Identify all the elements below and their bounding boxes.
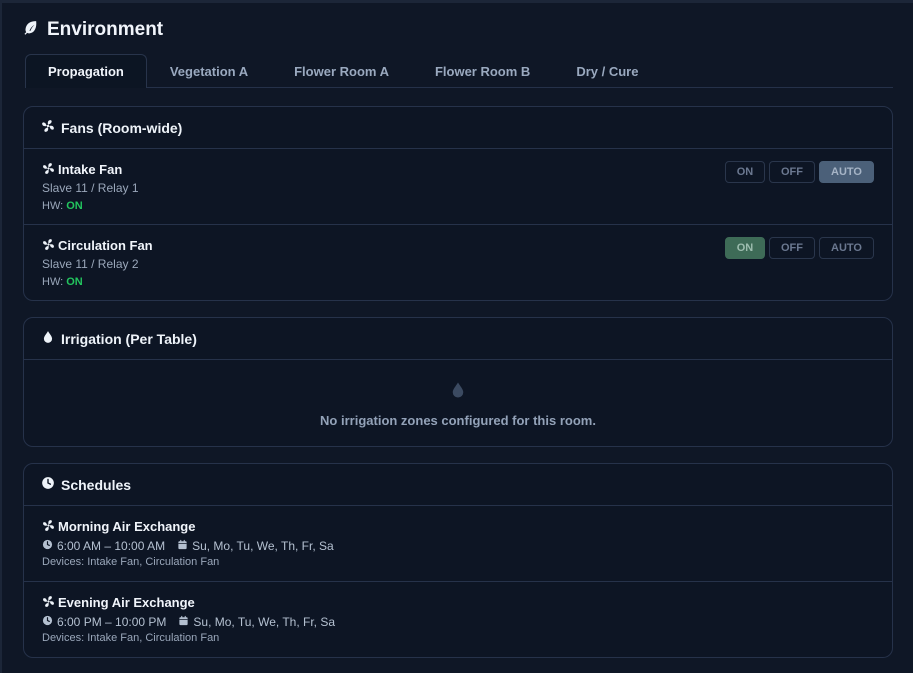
schedule-days: Su, Mo, Tu, We, Th, Fr, Sa xyxy=(193,614,336,629)
schedule-row[interactable]: Morning Air Exchange 6:00 AM – 10:00 AM … xyxy=(24,506,892,582)
mode-off-button[interactable]: OFF xyxy=(769,237,815,259)
room-tabs: Propagation Vegetation A Flower Room A F… xyxy=(25,54,893,88)
mode-on-button[interactable]: ON xyxy=(725,161,765,183)
hw-label: HW: xyxy=(42,200,64,212)
schedules-card: Schedules Morning Air Exchange 6:00 AM –… xyxy=(23,463,893,658)
mode-on-button[interactable]: ON xyxy=(725,237,765,259)
empty-message: No irrigation zones configured for this … xyxy=(320,412,596,428)
mode-off-button[interactable]: OFF xyxy=(769,161,815,183)
calendar-icon xyxy=(177,539,188,553)
schedules-card-header: Schedules xyxy=(24,464,892,506)
hw-state: ON xyxy=(66,200,83,212)
fan-hw-status: HW: ON xyxy=(42,200,874,212)
fan-mode-toggle: ON OFF AUTO xyxy=(725,161,874,183)
clock-icon xyxy=(42,615,53,629)
schedule-devices: Devices: Intake Fan, Circulation Fan xyxy=(42,632,220,644)
fan-name: Circulation Fan xyxy=(58,238,153,253)
irrigation-card-header: Irrigation (Per Table) xyxy=(24,318,892,360)
tab-dry-cure[interactable]: Dry / Cure xyxy=(553,54,661,87)
clock-icon xyxy=(42,539,53,553)
tab-propagation[interactable]: Propagation xyxy=(25,54,147,88)
fan-icon xyxy=(42,595,55,611)
fans-card-header: Fans (Room-wide) xyxy=(24,107,892,149)
hw-state: ON xyxy=(66,276,83,288)
fan-icon xyxy=(42,238,55,254)
fan-icon xyxy=(42,519,55,535)
fan-icon xyxy=(42,162,55,178)
tab-vegetation-a[interactable]: Vegetation A xyxy=(147,54,271,87)
page-header: Environment xyxy=(22,18,163,42)
fan-row-intake: Intake Fan Slave 11 / Relay 1 HW: ON ON … xyxy=(24,149,892,225)
tab-flower-room-b[interactable]: Flower Room B xyxy=(412,54,553,87)
schedule-days: Su, Mo, Tu, We, Th, Fr, Sa xyxy=(192,538,334,553)
schedules-card-title: Schedules xyxy=(61,476,132,493)
clock-icon xyxy=(41,476,55,493)
mode-auto-button[interactable]: AUTO xyxy=(819,161,874,183)
fan-location: Slave 11 / Relay 2 xyxy=(42,257,139,271)
fan-row-circulation: Circulation Fan Slave 11 / Relay 2 HW: O… xyxy=(24,225,892,300)
fan-icon xyxy=(41,119,55,136)
fan-hw-status: HW: ON xyxy=(42,276,874,288)
schedule-time: 6:00 PM – 10:00 PM xyxy=(57,614,167,629)
leaf-icon xyxy=(22,19,39,41)
droplet-icon xyxy=(449,379,467,406)
fan-location: Slave 11 / Relay 1 xyxy=(42,181,139,195)
schedule-name: Evening Air Exchange xyxy=(58,595,195,610)
schedule-devices: Devices: Intake Fan, Circulation Fan xyxy=(42,556,220,568)
schedule-time: 6:00 AM – 10:00 AM xyxy=(57,538,166,553)
irrigation-card-title: Irrigation (Per Table) xyxy=(61,330,197,347)
hw-label: HW: xyxy=(42,276,64,288)
calendar-icon xyxy=(178,615,189,629)
mode-auto-button[interactable]: AUTO xyxy=(819,237,874,259)
tab-flower-room-a[interactable]: Flower Room A xyxy=(271,54,412,87)
schedule-row[interactable]: Evening Air Exchange 6:00 PM – 10:00 PM … xyxy=(24,582,892,657)
schedule-name: Morning Air Exchange xyxy=(58,519,196,534)
fan-name: Intake Fan xyxy=(58,162,123,177)
fans-card: Fans (Room-wide) Intake Fan Slave 11 / R… xyxy=(23,106,893,301)
page-title: Environment xyxy=(47,19,164,40)
fan-mode-toggle: ON OFF AUTO xyxy=(725,237,874,259)
droplet-icon xyxy=(41,330,55,347)
fans-card-title: Fans (Room-wide) xyxy=(61,119,183,136)
irrigation-empty-state: No irrigation zones configured for this … xyxy=(24,360,892,446)
irrigation-card: Irrigation (Per Table) No irrigation zon… xyxy=(23,317,893,447)
